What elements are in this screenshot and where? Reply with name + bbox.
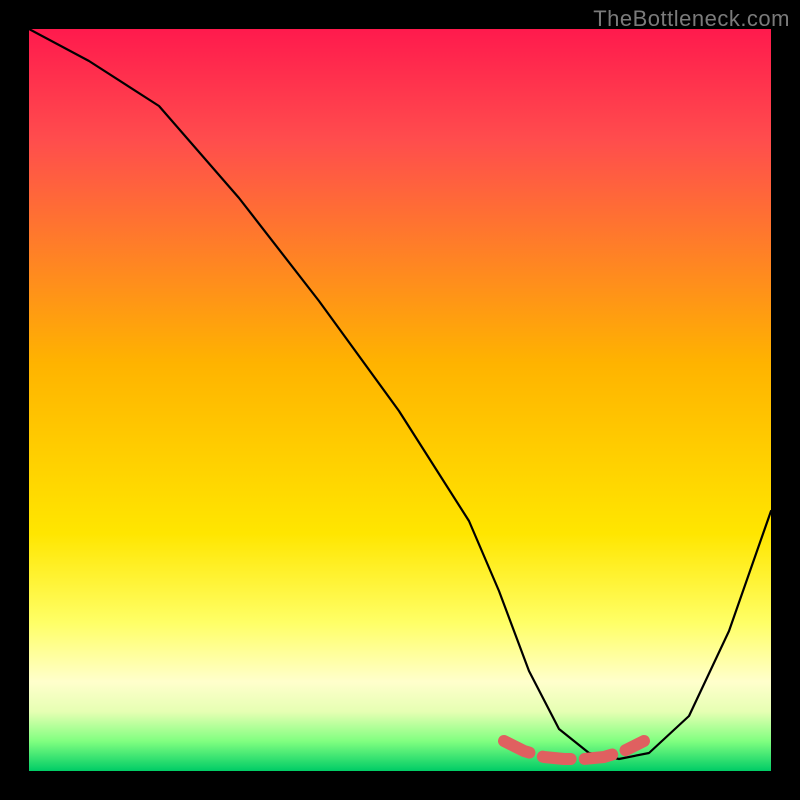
chart-svg — [29, 29, 771, 771]
flat-minimum-highlight — [504, 741, 644, 759]
gradient-plot-area — [29, 29, 771, 771]
bottleneck-curve — [29, 29, 771, 759]
watermark-text: TheBottleneck.com — [593, 6, 790, 32]
